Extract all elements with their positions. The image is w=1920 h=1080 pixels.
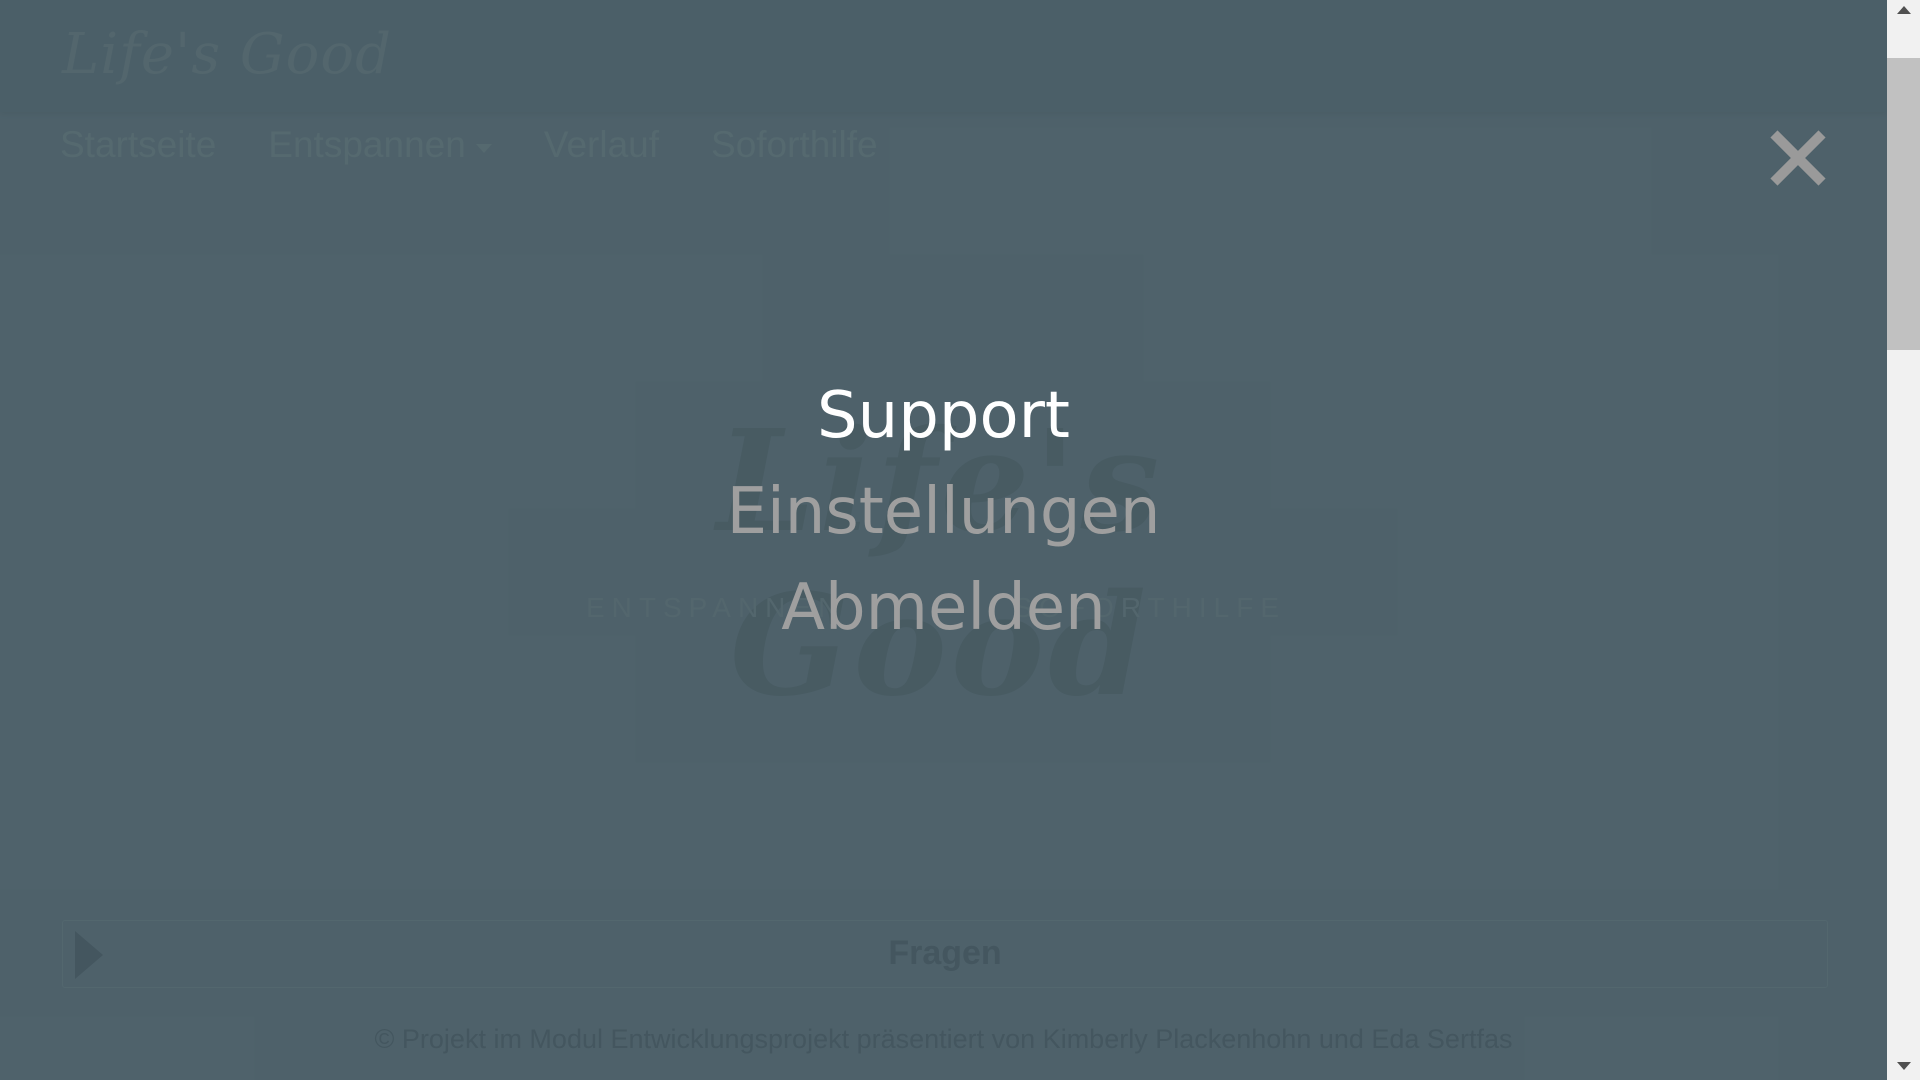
scrollbar-thumb[interactable] (1887, 58, 1920, 350)
scroll-up-icon[interactable] (1897, 6, 1911, 14)
scroll-down-icon[interactable] (1897, 1062, 1911, 1070)
menu-item-einstellungen[interactable]: Einstellungen (727, 464, 1161, 560)
vertical-scrollbar[interactable] (1887, 0, 1920, 1080)
overlay-menu: Support Einstellungen Abmelden (0, 368, 1887, 656)
menu-item-abmelden[interactable]: Abmelden (781, 560, 1105, 656)
close-icon[interactable] (1762, 122, 1834, 194)
menu-item-support[interactable]: Support (817, 368, 1070, 464)
menu-overlay: Support Einstellungen Abmelden (0, 0, 1887, 1080)
page: Life's Good Startseite Entspannen Verlau… (0, 0, 1887, 1080)
